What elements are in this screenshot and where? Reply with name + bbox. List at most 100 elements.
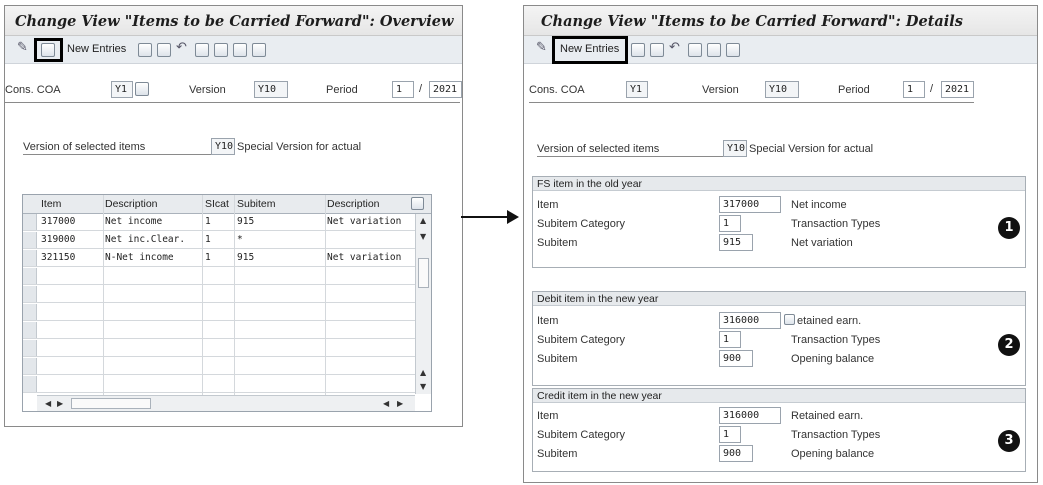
edit-toggle-icon[interactable]: ✎ [17, 41, 28, 54]
subitem-category-field[interactable]: 1 [719, 426, 741, 443]
previous-entry-icon[interactable] [688, 43, 702, 57]
col-description-2[interactable]: Description [327, 198, 380, 210]
row-selector[interactable] [23, 376, 37, 392]
print-icon[interactable] [726, 43, 740, 57]
year-field[interactable]: 2021 [429, 81, 462, 98]
item-field[interactable]: 316000 [719, 312, 781, 329]
table-row[interactable]: 321150 N-Net income 1 915 Net variation [23, 250, 415, 267]
empty-row[interactable] [23, 268, 415, 285]
cell-sicat[interactable]: 1 [205, 252, 211, 263]
cell-description: Net inc.Clear. [105, 234, 186, 245]
scroll-page-down-icon[interactable]: ▼ [420, 232, 426, 241]
subitem-field[interactable]: 900 [719, 350, 753, 367]
subitem-category-label: Subitem Category [537, 334, 626, 346]
col-description[interactable]: Description [105, 198, 158, 210]
value-help-icon[interactable] [784, 314, 795, 325]
horizontal-scrollbar[interactable]: ◀ ▶ ◀ ▶ [37, 395, 415, 411]
next-entry-icon[interactable] [707, 43, 721, 57]
cell-subitem[interactable]: 915 [237, 216, 254, 227]
cell-subitem[interactable]: * [237, 234, 243, 245]
row-selector[interactable] [23, 268, 37, 284]
deselect-all-icon[interactable] [233, 43, 247, 57]
row-selector[interactable] [23, 232, 37, 248]
row-selector[interactable] [23, 340, 37, 356]
cons-coa-label: Cons. COA [529, 84, 585, 96]
col-item[interactable]: Item [41, 198, 61, 210]
new-entries-button[interactable]: New Entries [67, 43, 126, 55]
undo-icon[interactable]: ↶ [176, 41, 187, 54]
table-row[interactable]: 317000 Net income 1 915 Net variation [23, 214, 415, 231]
undo-icon[interactable]: ↶ [669, 41, 680, 54]
subitem-field[interactable]: 915 [719, 234, 753, 251]
cell-item[interactable]: 319000 [41, 234, 75, 245]
item-field[interactable]: 317000 [719, 196, 781, 213]
header-divider [529, 102, 974, 103]
select-block-icon[interactable] [214, 43, 228, 57]
row-selector[interactable] [23, 286, 37, 302]
step-badge-3: 3 [998, 430, 1020, 452]
year-field[interactable]: 2021 [941, 81, 974, 98]
empty-row[interactable] [23, 304, 415, 321]
empty-row[interactable] [23, 376, 415, 393]
cell-item[interactable]: 321150 [41, 252, 75, 263]
copy-icon[interactable] [138, 43, 152, 57]
copy-icon[interactable] [631, 43, 645, 57]
table-row[interactable]: 319000 Net inc.Clear. 1 * [23, 232, 415, 249]
vertical-scrollbar[interactable]: ▲ ▼ ▲ ▼ [415, 214, 431, 394]
cell-sicat[interactable]: 1 [205, 234, 211, 245]
empty-row[interactable] [23, 340, 415, 357]
version-selected-underline [537, 156, 723, 157]
vertical-scroll-thumb[interactable] [418, 258, 429, 288]
cons-coa-field[interactable]: Y1 [111, 81, 133, 98]
scroll-up-icon[interactable]: ▲ [420, 216, 426, 225]
new-entries-button[interactable]: New Entries [560, 43, 619, 55]
period-field[interactable]: 1 [392, 81, 414, 98]
row-selector[interactable] [23, 250, 37, 266]
edit-toggle-icon[interactable]: ✎ [536, 41, 547, 54]
details-title: Change View "Items to be Carried Forward… [524, 6, 1037, 36]
col-sicat[interactable]: SIcat [205, 198, 229, 210]
table-settings-icon[interactable] [411, 197, 424, 210]
value-help-icon[interactable] [135, 82, 149, 96]
version-selected-field[interactable]: Y10 [211, 138, 235, 155]
version-field[interactable]: Y10 [765, 81, 799, 98]
subitem-category-field[interactable]: 1 [719, 215, 741, 232]
subitem-category-text: Transaction Types [791, 218, 881, 230]
scroll-left-icon[interactable]: ◀ [45, 399, 51, 408]
cell-item[interactable]: 317000 [41, 216, 75, 227]
cell-subitem[interactable]: 915 [237, 252, 254, 263]
scroll-left-end-icon[interactable]: ◀ [383, 399, 389, 408]
version-selected-field[interactable]: Y10 [723, 140, 747, 157]
version-selected-label: Version of selected items [537, 143, 660, 155]
overview-window: Change View "Items to be Carried Forward… [4, 5, 463, 427]
cons-coa-field[interactable]: Y1 [626, 81, 648, 98]
version-selected-label: Version of selected items [23, 141, 146, 153]
empty-row[interactable] [23, 358, 415, 375]
subitem-category-field[interactable]: 1 [719, 331, 741, 348]
item-field[interactable]: 316000 [719, 407, 781, 424]
col-subitem[interactable]: Subitem [237, 198, 276, 210]
delete-icon[interactable] [650, 43, 664, 57]
group-debit-new-year: Debit item in the new year Item 316000 e… [532, 291, 1026, 386]
table-header: Item Description SIcat Subitem Descripti… [23, 195, 431, 214]
scroll-page-up-icon[interactable]: ▲ [420, 368, 426, 377]
empty-row[interactable] [23, 286, 415, 303]
group-title: Credit item in the new year [533, 389, 1025, 403]
cell-sicat[interactable]: 1 [205, 216, 211, 227]
print-icon[interactable] [252, 43, 266, 57]
horizontal-scroll-thumb[interactable] [71, 398, 151, 409]
scroll-right-icon[interactable]: ▶ [57, 399, 63, 408]
period-field[interactable]: 1 [903, 81, 925, 98]
version-field[interactable]: Y10 [254, 81, 288, 98]
scroll-down-icon[interactable]: ▼ [420, 382, 426, 391]
scroll-right-end-icon[interactable]: ▶ [397, 399, 403, 408]
select-all-icon[interactable] [195, 43, 209, 57]
row-selector[interactable] [23, 322, 37, 338]
row-selector[interactable] [23, 214, 37, 230]
row-selector[interactable] [23, 304, 37, 320]
details-highlight-box [34, 38, 63, 62]
subitem-field[interactable]: 900 [719, 445, 753, 462]
empty-row[interactable] [23, 322, 415, 339]
delete-icon[interactable] [157, 43, 171, 57]
row-selector[interactable] [23, 358, 37, 374]
